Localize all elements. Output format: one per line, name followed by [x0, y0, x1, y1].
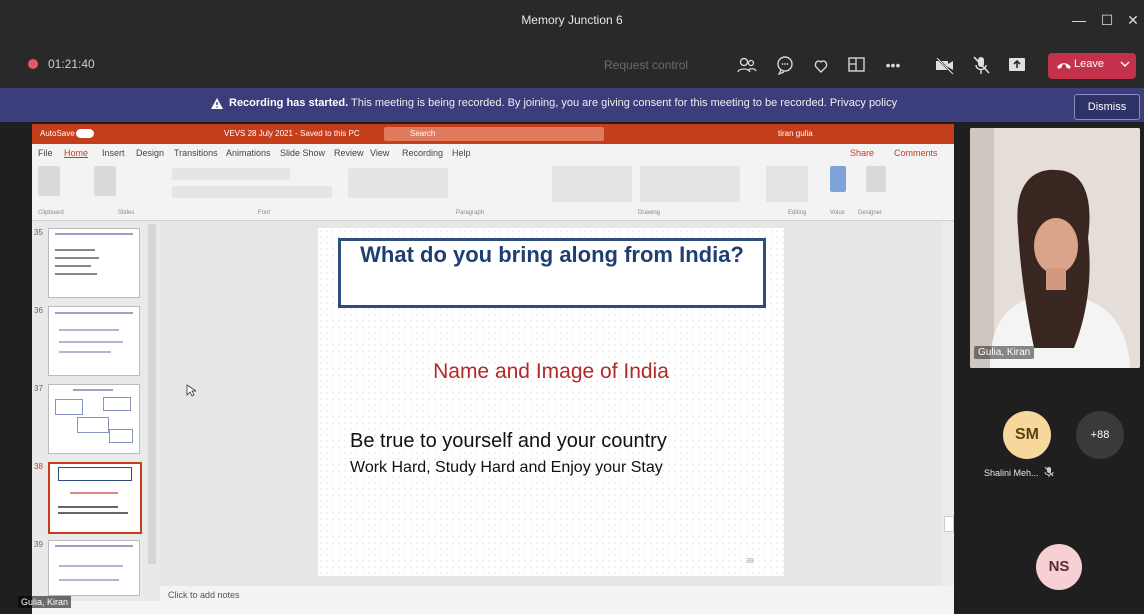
presenter-video-icon [970, 128, 1140, 368]
ppt-filename: VEVS 28 July 2021 - Saved to this PC [224, 129, 360, 138]
thumb-number: 37 [34, 384, 43, 393]
window-title: Memory Junction 6 [521, 13, 623, 27]
slide-thumbnail-39[interactable] [48, 540, 140, 596]
participant-name-tag: Gulia, Kiran [974, 346, 1035, 359]
slide-title: What do you bring along from India? [360, 242, 744, 267]
autosave-toggle[interactable] [76, 129, 94, 138]
slide-thumbnail-35[interactable] [48, 228, 140, 298]
dismiss-button[interactable]: Dismiss [1074, 94, 1140, 120]
slide-thumbnail-38-selected[interactable] [48, 462, 142, 534]
more-options-icon[interactable]: ••• [882, 54, 904, 76]
slide-page-number: 38 [746, 558, 754, 565]
group-paragraph: Paragraph [456, 210, 485, 216]
leave-label: Leave [1074, 58, 1104, 70]
font-format-toolbar[interactable] [172, 186, 332, 198]
slide-thumbnail-36[interactable] [48, 306, 140, 376]
mouse-cursor-icon [186, 384, 196, 397]
banner-text: This meeting is being recorded. By joini… [348, 97, 898, 109]
participant-avatar-ns[interactable]: NS [1036, 544, 1082, 590]
group-voice: Voice [830, 210, 845, 216]
tab-recording[interactable]: Recording [402, 148, 443, 158]
tab-insert[interactable]: Insert [102, 148, 125, 158]
dictate-icon[interactable] [830, 166, 846, 192]
editing-tools[interactable] [766, 166, 808, 202]
tab-file[interactable]: File [38, 148, 53, 158]
recording-dot-icon [28, 59, 38, 69]
reactions-icon[interactable] [810, 54, 832, 76]
new-slide-icon[interactable] [94, 166, 116, 196]
notes-placeholder[interactable]: Click to add notes [168, 590, 240, 600]
request-control-button[interactable]: Request control [604, 58, 688, 72]
tab-design[interactable]: Design [136, 148, 164, 158]
thumb-number: 39 [34, 540, 43, 549]
group-editing: Editing [788, 210, 807, 216]
ppt-ribbon [32, 162, 954, 221]
share-screen-icon[interactable] [1006, 54, 1028, 76]
group-clipboard: Clipboard [38, 210, 64, 216]
paragraph-tools[interactable] [348, 168, 448, 198]
camera-off-icon[interactable] [934, 54, 956, 76]
mic-muted-icon [1044, 466, 1054, 477]
tab-review[interactable]: Review [334, 148, 364, 158]
self-name-tag: Gulia, Kiran [18, 596, 72, 608]
thumb-number: 36 [34, 306, 43, 315]
banner-message: Recording has started. This meeting is b… [229, 97, 897, 109]
tab-slide-show[interactable]: Slide Show [280, 148, 325, 158]
group-font: Font [258, 210, 271, 216]
font-family-select[interactable] [172, 168, 290, 180]
shapes-gallery[interactable] [552, 166, 632, 202]
slide-subtitle: Name and Image of India [433, 360, 669, 383]
thumbnails-scrollbar[interactable] [148, 224, 156, 564]
participant-name-sm: Shalini Meh... [984, 468, 1039, 478]
chat-icon[interactable] [774, 54, 796, 76]
slide-thumbnail-37[interactable] [48, 384, 140, 454]
tab-view[interactable]: View [370, 148, 389, 158]
participant-video[interactable] [970, 128, 1140, 368]
paste-icon[interactable] [38, 166, 60, 196]
participant-avatar-sm[interactable]: SM [1003, 411, 1051, 459]
meeting-timer: 01:21:40 [48, 57, 95, 71]
drawing-tools[interactable] [640, 166, 740, 202]
tab-transitions[interactable]: Transitions [174, 148, 218, 158]
rooms-icon[interactable] [846, 54, 868, 76]
warning-icon [211, 98, 223, 109]
slide-body-line-2: Work Hard, Study Hard and Enjoy your Sta… [350, 459, 663, 476]
group-drawing: Drawing [638, 210, 661, 216]
design-ideas-icon[interactable] [866, 166, 886, 192]
chevron-down-icon[interactable] [1120, 61, 1130, 69]
thumb-number: 35 [34, 228, 43, 237]
tab-help[interactable]: Help [452, 148, 471, 158]
minimize-button[interactable]: — [1066, 8, 1092, 32]
group-slides: Slides [118, 210, 135, 216]
ppt-ribbon-tabs [32, 144, 954, 162]
comments-button[interactable]: Comments [894, 148, 938, 158]
more-participants-button[interactable]: +88 [1076, 411, 1124, 459]
phone-hangup-icon [1057, 63, 1071, 69]
tab-home[interactable]: Home [64, 148, 88, 158]
group-designer: Designer [858, 210, 883, 216]
ppt-search-label: Search [410, 129, 436, 138]
share-button[interactable]: Share [850, 148, 874, 158]
scroll-thumb[interactable] [944, 516, 954, 532]
tab-animations[interactable]: Animations [226, 148, 271, 158]
banner-bold: Recording has started. [229, 97, 349, 109]
slide-scrollbar[interactable] [942, 221, 954, 601]
ppt-status-bar [160, 586, 954, 614]
mic-off-icon[interactable] [970, 54, 992, 76]
maximize-button[interactable]: ☐ [1094, 8, 1120, 32]
thumb-number: 38 [34, 462, 43, 471]
autosave-label: AutoSave [40, 129, 75, 138]
ppt-user-name: tiran gulia [778, 129, 813, 138]
close-button[interactable]: ✕ [1120, 8, 1144, 32]
participants-icon[interactable] [736, 54, 758, 76]
slide-body-line-1: Be true to yourself and your country [350, 430, 667, 452]
